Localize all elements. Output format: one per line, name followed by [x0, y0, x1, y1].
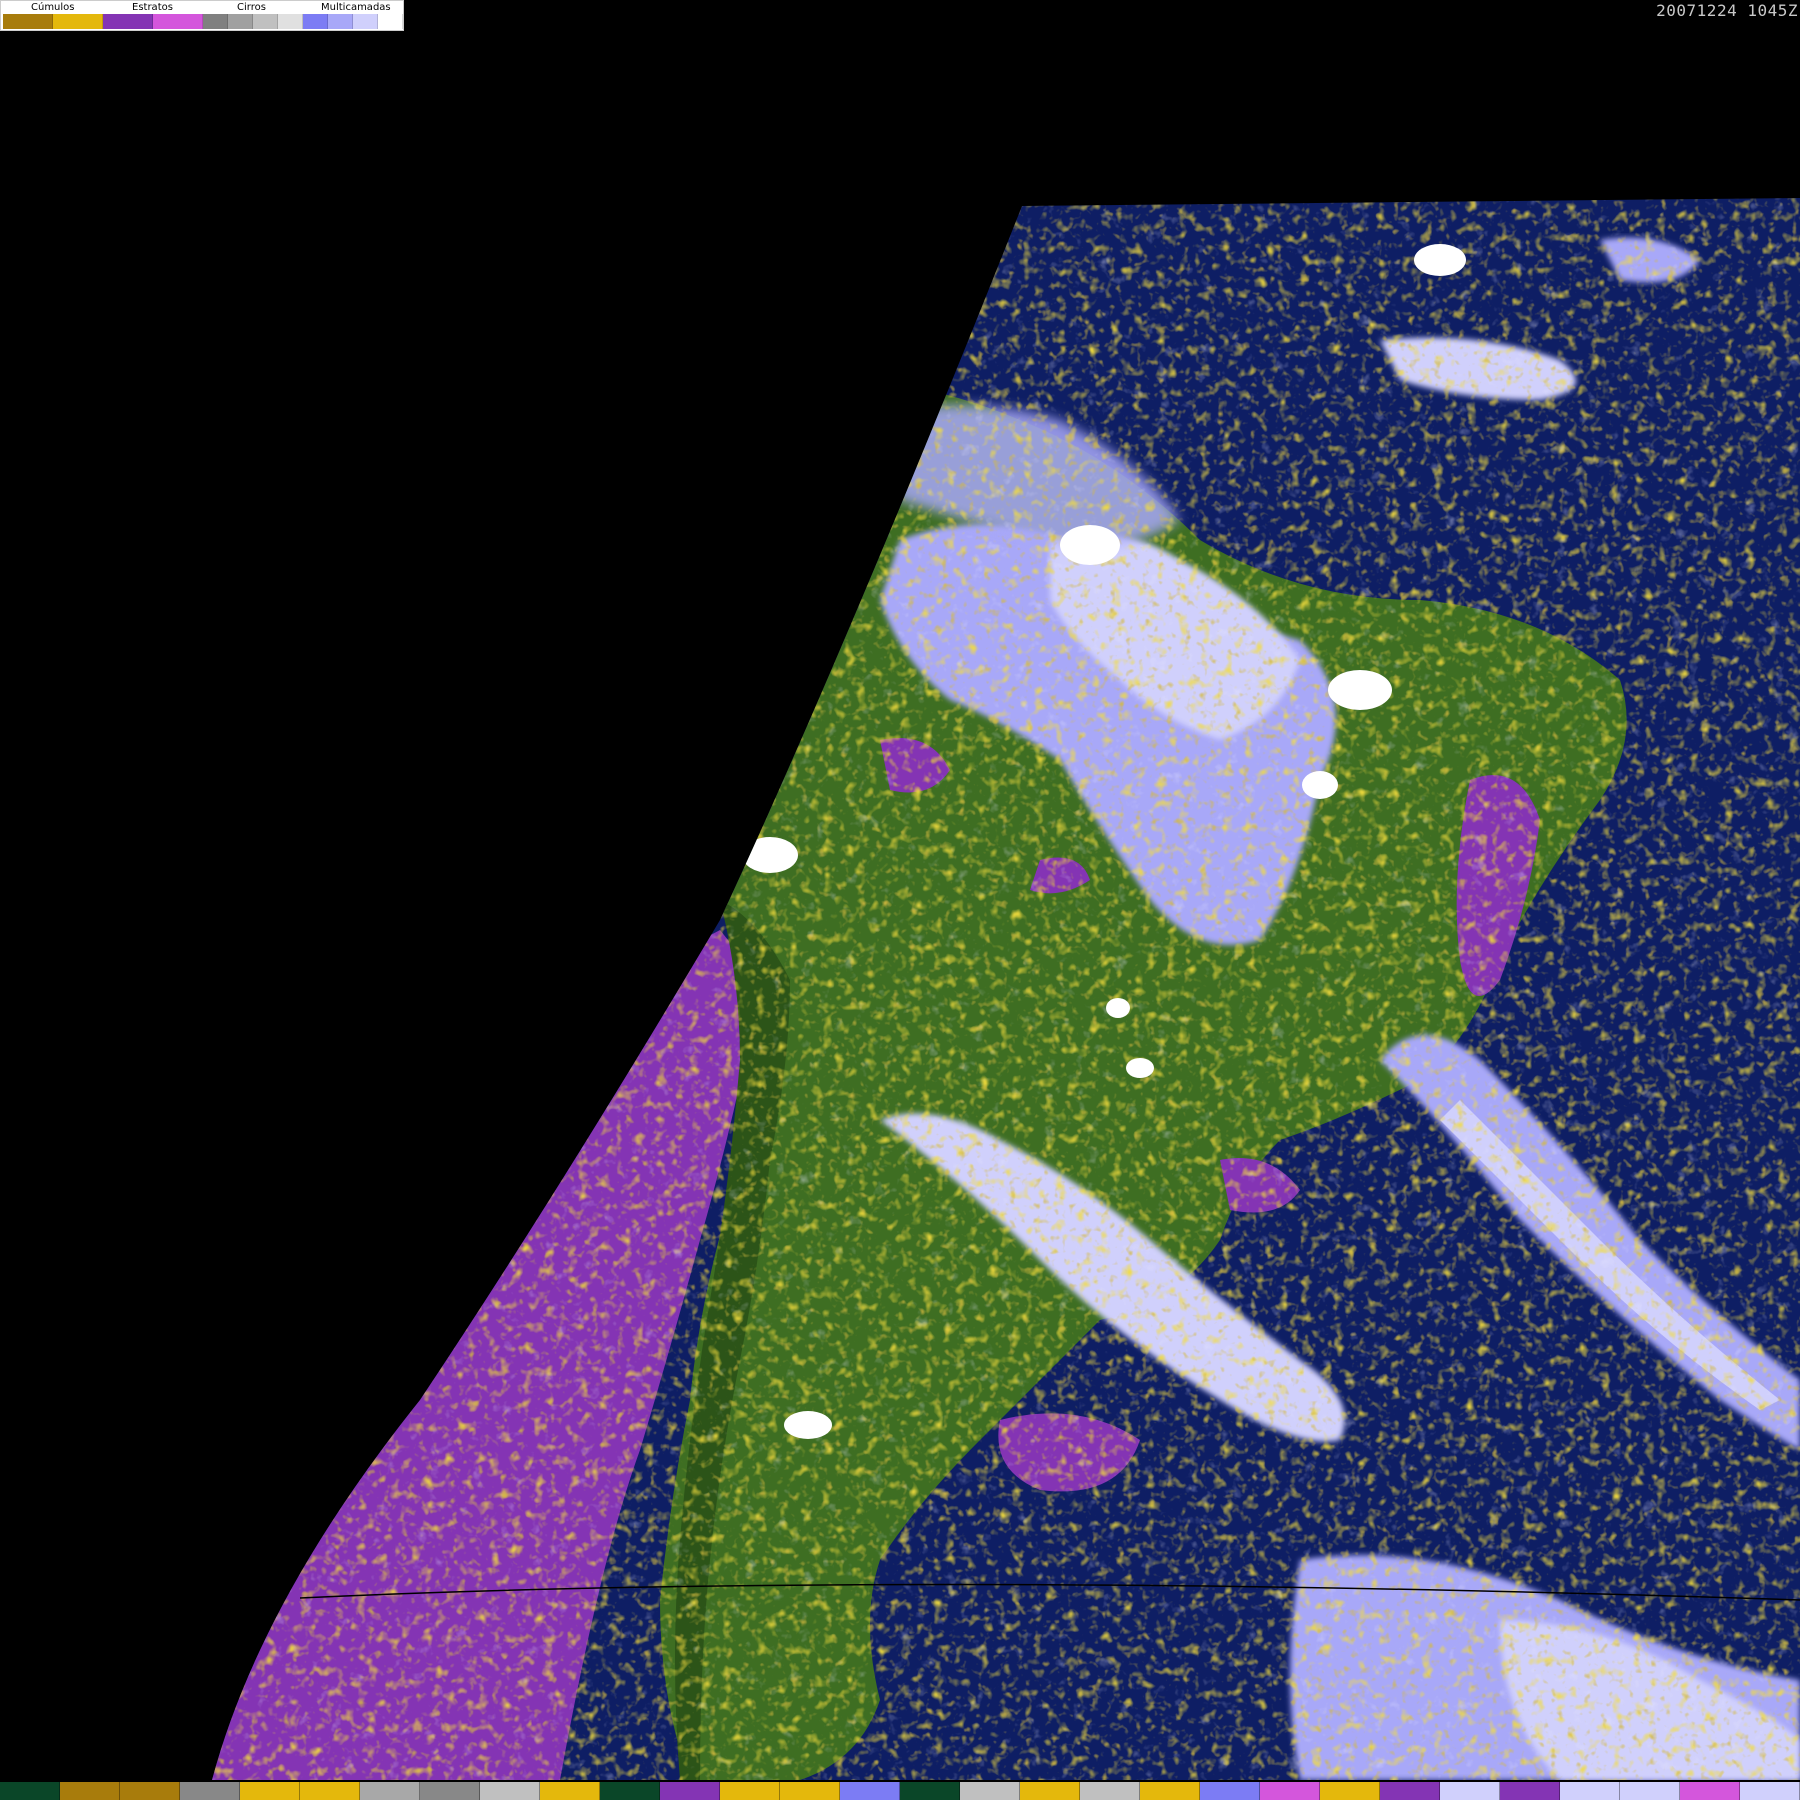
legend-swatch: [328, 14, 353, 29]
strip-cell: [240, 1782, 300, 1800]
strip-cell: [180, 1782, 240, 1800]
strip-cell: [600, 1782, 660, 1800]
legend-swatch-row: [3, 14, 403, 29]
strip-cell: [360, 1782, 420, 1800]
legend-label-cumulus: Cúmulos: [31, 2, 75, 13]
strip-cell: [1380, 1782, 1440, 1800]
cloud-type-legend: Cúmulos Estratos Cirros Multicamadas: [0, 0, 404, 31]
legend-swatch: [378, 14, 403, 29]
strip-cell: [1500, 1782, 1560, 1800]
legend-swatch: [278, 14, 303, 29]
legend-swatch: [303, 14, 328, 29]
strip-cell: [960, 1782, 1020, 1800]
strip-cell: [1140, 1782, 1200, 1800]
strip-cell: [1260, 1782, 1320, 1800]
legend-label-cirrus: Cirros: [237, 2, 266, 13]
strip-cell: [300, 1782, 360, 1800]
legend-swatch: [353, 14, 378, 29]
strip-cell: [1320, 1782, 1380, 1800]
strip-cell: [1200, 1782, 1260, 1800]
bottom-color-strip: [0, 1782, 1800, 1800]
legend-swatch: [253, 14, 278, 29]
strip-cell: [420, 1782, 480, 1800]
strip-cell: [1680, 1782, 1740, 1800]
legend-swatch: [103, 14, 153, 29]
strip-cell: [840, 1782, 900, 1800]
legend-swatch: [153, 14, 203, 29]
strip-cell: [1020, 1782, 1080, 1800]
legend-label-multilayer: Multicamadas: [321, 2, 391, 13]
strip-cell: [1620, 1782, 1680, 1800]
strip-cell: [660, 1782, 720, 1800]
satellite-map: [0, 0, 1800, 1780]
strip-cell: [60, 1782, 120, 1800]
strip-cell: [480, 1782, 540, 1800]
strip-cell: [1740, 1782, 1800, 1800]
legend-label-stratus: Estratos: [132, 2, 173, 13]
strip-cell: [900, 1782, 960, 1800]
timestamp: 20071224 1045Z: [1656, 1, 1798, 20]
strip-cell: [1560, 1782, 1620, 1800]
strip-cell: [540, 1782, 600, 1800]
strip-cell: [1440, 1782, 1500, 1800]
legend-swatch: [3, 14, 53, 29]
legend-swatch: [228, 14, 253, 29]
legend-swatch: [203, 14, 228, 29]
strip-cell: [720, 1782, 780, 1800]
legend-swatch: [53, 14, 103, 29]
strip-cell: [1080, 1782, 1140, 1800]
strip-cell: [120, 1782, 180, 1800]
strip-cell: [0, 1782, 60, 1800]
strip-cell: [780, 1782, 840, 1800]
